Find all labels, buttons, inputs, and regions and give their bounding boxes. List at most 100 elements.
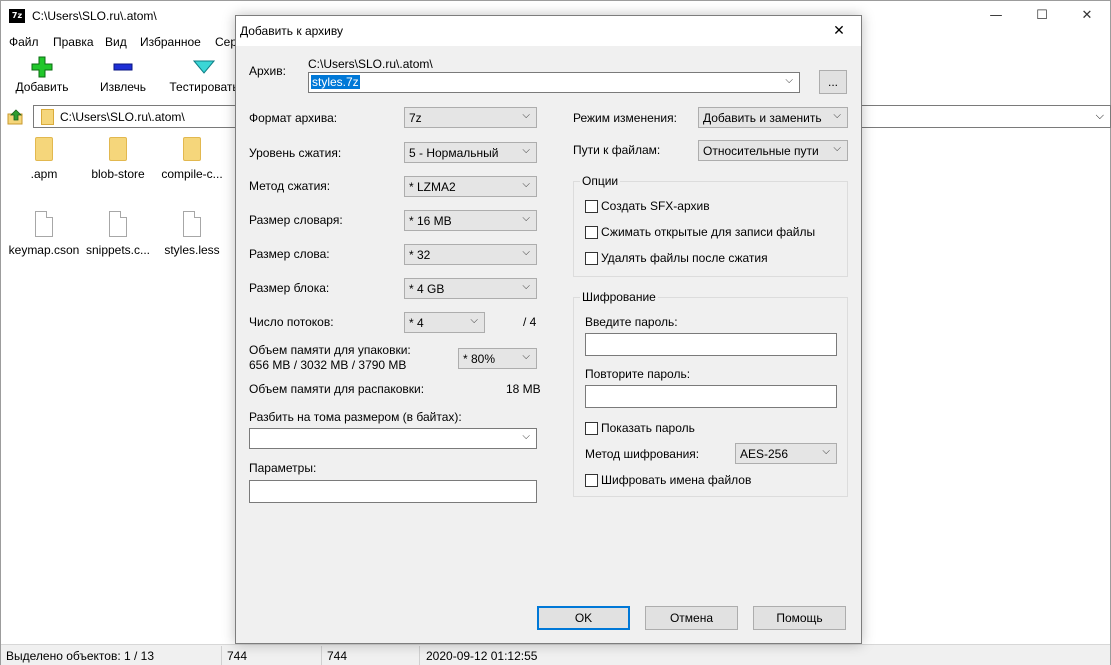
dialog-title: Добавить к архиву <box>240 24 343 38</box>
chevron-down-icon: ⌵ <box>522 145 530 156</box>
menu-file[interactable]: Файл <box>9 35 39 49</box>
chevron-down-icon: ⌵ <box>833 143 841 154</box>
sfx-checkbox[interactable]: Создать SFX-архив <box>585 199 710 213</box>
chevron-down-icon: ⌵ <box>785 75 793 86</box>
ok-button[interactable]: OK <box>537 606 630 630</box>
threads-total: / 4 <box>523 315 537 329</box>
repeat-password-label: Повторите пароль: <box>585 367 691 381</box>
chevron-down-icon: ⌵ <box>522 351 530 362</box>
repeat-password-input[interactable] <box>585 385 837 408</box>
update-mode-select[interactable]: Добавить и заменить ⌵ <box>698 107 848 128</box>
delete-after-checkbox[interactable]: Удалять файлы после сжатия <box>585 251 768 265</box>
checkbox-icon <box>585 422 598 435</box>
update-mode-label: Режим изменения: <box>573 111 677 125</box>
extract-button[interactable]: Извлечь <box>95 56 151 94</box>
help-button[interactable]: Помощь <box>753 606 846 630</box>
menu-service[interactable]: Сер <box>215 35 237 49</box>
threads-select[interactable]: * 4 ⌵ <box>404 312 485 333</box>
dictionary-label: Размер словаря: <box>249 213 343 227</box>
archive-directory: C:\Users\SLO.ru\.atom\ <box>308 57 433 71</box>
minus-icon <box>113 63 133 71</box>
split-volumes-combo[interactable]: ⌵ <box>249 428 537 449</box>
list-item[interactable]: styles.less <box>153 211 231 257</box>
list-item[interactable]: snippets.c... <box>79 211 157 257</box>
encryption-group: Шифрование Введите пароль: Повторите пар… <box>573 290 848 497</box>
level-select[interactable]: 5 - Нормальный ⌵ <box>404 142 537 163</box>
menu-view[interactable]: Вид <box>105 35 127 49</box>
chevron-down-icon: ⌵ <box>470 315 478 326</box>
parameters-label: Параметры: <box>249 461 317 475</box>
status-bar: Выделено объектов: 1 / 13 744 744 2020-0… <box>1 644 1110 665</box>
status-packed: 744 <box>327 649 348 663</box>
checkbox-icon <box>585 226 598 239</box>
status-modified: 2020-09-12 01:12:55 <box>426 649 538 663</box>
app-icon: 7z <box>9 9 25 23</box>
level-label: Уровень сжатия: <box>249 146 342 160</box>
menu-favorites[interactable]: Избранное <box>140 35 201 49</box>
chevron-down-icon: ⌵ <box>522 179 530 190</box>
options-group-title: Опции <box>580 174 621 188</box>
encrypt-names-checkbox[interactable]: Шифровать имена файлов <box>585 473 751 487</box>
folder-icon <box>35 137 53 161</box>
list-item[interactable]: blob-store <box>79 137 157 181</box>
checkbox-icon <box>585 474 598 487</box>
threads-label: Число потоков: <box>249 315 334 329</box>
extract-label: Извлечь <box>99 80 146 94</box>
word-size-select[interactable]: * 32 ⌵ <box>404 244 537 265</box>
list-item[interactable]: keymap.cson <box>5 211 83 257</box>
file-icon <box>109 211 127 237</box>
block-size-label: Размер блока: <box>249 281 330 295</box>
memory-pack-label: Объем памяти для упаковки: <box>249 343 411 357</box>
dialog-title-bar: Добавить к архиву ✕ <box>236 16 861 46</box>
maximize-button[interactable]: ☐ <box>1019 1 1065 31</box>
split-volumes-label: Разбить на тома размером (в байтах): <box>249 410 462 424</box>
memory-unpack-label: Объем памяти для распаковки: <box>249 382 425 396</box>
chevron-down-icon: ⌵ <box>522 110 530 121</box>
folder-icon <box>41 109 54 125</box>
file-icon <box>35 211 53 237</box>
browse-button[interactable]: ... <box>819 70 847 94</box>
test-button[interactable]: Тестировать <box>168 56 240 94</box>
close-button[interactable]: ✕ <box>1064 1 1110 31</box>
status-divider <box>321 646 322 665</box>
encryption-group-title: Шифрование <box>580 290 658 304</box>
path-mode-label: Пути к файлам: <box>573 143 661 157</box>
window-title: C:\Users\SLO.ru\.atom\ <box>32 9 157 23</box>
checkmark-icon <box>193 60 215 74</box>
chevron-down-icon: ⌵ <box>822 446 830 457</box>
list-item[interactable]: compile-c... <box>153 137 231 181</box>
method-select[interactable]: * LZMA2 ⌵ <box>404 176 537 197</box>
status-divider <box>419 646 420 665</box>
block-size-select[interactable]: * 4 GB ⌵ <box>404 278 537 299</box>
dialog-close-button[interactable]: ✕ <box>817 16 861 46</box>
compress-shared-checkbox[interactable]: Сжимать открытые для записи файлы <box>585 225 815 239</box>
archive-name-combo[interactable]: styles.7z ⌵ <box>308 72 800 93</box>
options-group: Опции Создать SFX-архив Сжимать открытые… <box>573 174 848 277</box>
file-icon <box>183 211 201 237</box>
dictionary-select[interactable]: * 16 MB ⌵ <box>404 210 537 231</box>
address-path: C:\Users\SLO.ru\.atom\ <box>60 110 185 124</box>
minimize-button[interactable]: — <box>973 1 1019 31</box>
menu-edit[interactable]: Правка <box>53 35 94 49</box>
memory-pack-value: 656 MB / 3032 MB / 3790 MB <box>249 358 407 372</box>
show-password-checkbox[interactable]: Показать пароль <box>585 421 695 435</box>
list-item[interactable]: .apm <box>5 137 83 181</box>
password-input[interactable] <box>585 333 837 356</box>
encryption-method-select[interactable]: AES-256 ⌵ <box>735 443 837 464</box>
method-label: Метод сжатия: <box>249 179 331 193</box>
up-folder-icon[interactable] <box>7 108 25 126</box>
chevron-down-icon[interactable]: ⌵ <box>1096 109 1104 123</box>
status-selected: Выделено объектов: 1 / 13 <box>6 649 155 663</box>
encryption-method-label: Метод шифрования: <box>585 447 700 461</box>
folder-icon <box>183 137 201 161</box>
format-select[interactable]: 7z ⌵ <box>404 107 537 128</box>
chevron-down-icon: ⌵ <box>522 281 530 292</box>
parameters-input[interactable] <box>249 480 537 503</box>
add-button[interactable]: Добавить <box>13 56 71 94</box>
path-mode-select[interactable]: Относительные пути ⌵ <box>698 140 848 161</box>
memory-percent-select[interactable]: * 80% ⌵ <box>458 348 537 369</box>
add-to-archive-dialog: Добавить к архиву ✕ Архив: C:\Users\SLO.… <box>235 15 862 644</box>
plus-icon <box>31 56 53 78</box>
format-label: Формат архива: <box>249 111 338 125</box>
cancel-button[interactable]: Отмена <box>645 606 738 630</box>
